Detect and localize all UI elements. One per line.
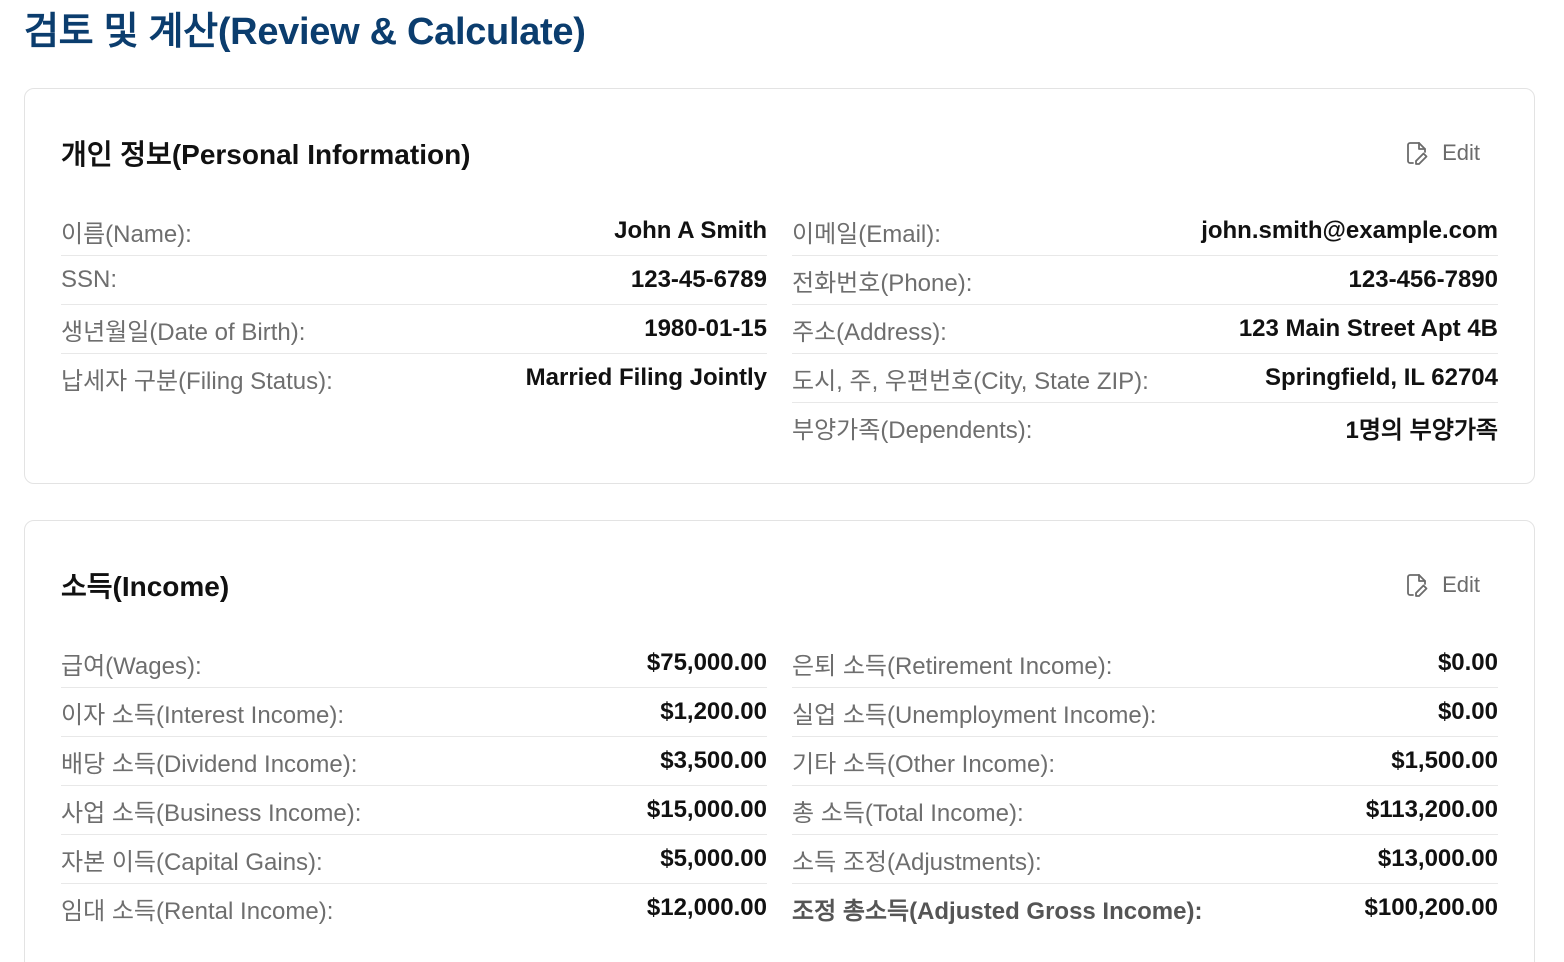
field-label: 자본 이득(Capital Gains): <box>61 848 323 876</box>
section-title: 개인 정보(Personal Information) <box>61 139 471 170</box>
field-value: $113,200.00 <box>1365 796 1498 823</box>
field-row: 사업 소득(Business Income): $15,000.00 <box>61 786 767 835</box>
field-label: 배당 소득(Dividend Income): <box>61 750 358 778</box>
field-value: $13,000.00 <box>1377 845 1498 872</box>
agi-row: 조정 총소득(Adjusted Gross Income): $100,200.… <box>792 884 1498 932</box>
field-value: Springfield, IL 62704 <box>1265 364 1498 391</box>
field-row: 자본 이득(Capital Gains): $5,000.00 <box>61 835 767 884</box>
field-row: 기타 소득(Other Income): $1,500.00 <box>792 737 1498 786</box>
field-value: $3,500.00 <box>660 747 767 774</box>
edit-label: Edit <box>1442 140 1480 165</box>
file-edit-icon <box>1406 573 1428 597</box>
field-row: 이름(Name): John A Smith <box>61 207 767 256</box>
file-edit-icon <box>1406 141 1428 165</box>
section-header: 개인 정보(Personal Information) Edit <box>61 89 1498 217</box>
field-value: 123-45-6789 <box>630 266 767 293</box>
field-value: Married Filing Jointly <box>525 364 767 391</box>
field-value: $100,200.00 <box>1364 894 1498 921</box>
field-row: 이자 소득(Interest Income): $1,200.00 <box>61 688 767 737</box>
income-right-column: 은퇴 소득(Retirement Income): $0.00 실업 소득(Un… <box>792 639 1498 932</box>
field-row: 급여(Wages): $75,000.00 <box>61 639 767 688</box>
field-label: 납세자 구분(Filing Status): <box>61 367 333 395</box>
field-label: 이름(Name): <box>61 220 192 248</box>
field-label: 임대 소득(Rental Income): <box>61 897 334 925</box>
field-row: 도시, 주, 우편번호(City, State ZIP): Springfiel… <box>792 354 1498 403</box>
section-header: 소득(Income) Edit <box>61 521 1498 649</box>
field-label: 급여(Wages): <box>61 652 202 680</box>
field-value: $1,200.00 <box>660 698 767 725</box>
field-row: 소득 조정(Adjustments): $13,000.00 <box>792 835 1498 884</box>
field-value: $12,000.00 <box>646 894 767 921</box>
field-row: 부양가족(Dependents): 1명의 부양가족 <box>792 403 1498 451</box>
field-row: 전화번호(Phone): 123-456-7890 <box>792 256 1498 305</box>
field-row: 생년월일(Date of Birth): 1980-01-15 <box>61 305 767 354</box>
field-value: $75,000.00 <box>646 649 767 676</box>
personal-left-column: 이름(Name): John A Smith SSN: 123-45-6789 … <box>61 207 767 451</box>
field-label: 사업 소득(Business Income): <box>61 799 362 827</box>
field-label: 도시, 주, 우편번호(City, State ZIP): <box>792 367 1149 395</box>
field-value: John A Smith <box>614 217 767 244</box>
field-value: 1명의 부양가족 <box>1345 416 1499 444</box>
personal-info-section: 개인 정보(Personal Information) Edit 이름(Name… <box>24 88 1535 484</box>
field-label: 전화번호(Phone): <box>792 269 973 297</box>
edit-label: Edit <box>1442 572 1480 597</box>
income-grid: 급여(Wages): $75,000.00 이자 소득(Interest Inc… <box>61 639 1498 932</box>
field-row: 총 소득(Total Income): $113,200.00 <box>792 786 1498 835</box>
field-row: 배당 소득(Dividend Income): $3,500.00 <box>61 737 767 786</box>
field-label: 이메일(Email): <box>792 220 941 248</box>
field-row: 주소(Address): 123 Main Street Apt 4B <box>792 305 1498 354</box>
field-label: 총 소득(Total Income): <box>792 799 1024 827</box>
field-label: 실업 소득(Unemployment Income): <box>792 701 1157 729</box>
field-value: $5,000.00 <box>660 845 767 872</box>
field-label: 주소(Address): <box>792 318 947 346</box>
field-label: 은퇴 소득(Retirement Income): <box>792 652 1113 680</box>
field-value: $15,000.00 <box>646 796 767 823</box>
field-row: 은퇴 소득(Retirement Income): $0.00 <box>792 639 1498 688</box>
field-value: $0.00 <box>1437 698 1498 725</box>
field-value: 123 Main Street Apt 4B <box>1238 315 1498 342</box>
field-row: SSN: 123-45-6789 <box>61 256 767 305</box>
field-row: 이메일(Email): john.smith@example.com <box>792 207 1498 256</box>
field-label: 소득 조정(Adjustments): <box>792 848 1042 876</box>
review-page: 검토 및 계산(Review & Calculate) 개인 정보(Person… <box>0 0 1564 962</box>
field-label: SSN: <box>61 266 118 293</box>
field-value: $1,500.00 <box>1391 747 1498 774</box>
income-section: 소득(Income) Edit 급여(Wages): $75,000.00 이자… <box>24 520 1535 962</box>
field-value: $0.00 <box>1437 649 1498 676</box>
field-row: 실업 소득(Unemployment Income): $0.00 <box>792 688 1498 737</box>
field-value: 1980-01-15 <box>644 315 767 342</box>
field-row: 납세자 구분(Filing Status): Married Filing Jo… <box>61 354 767 402</box>
field-value: john.smith@example.com <box>1201 217 1498 244</box>
field-row: 임대 소득(Rental Income): $12,000.00 <box>61 884 767 932</box>
page-title: 검토 및 계산(Review & Calculate) <box>24 11 586 53</box>
field-value: 123-456-7890 <box>1348 266 1498 293</box>
field-label: 생년월일(Date of Birth): <box>61 318 306 346</box>
section-title: 소득(Income) <box>61 571 230 602</box>
field-label: 부양가족(Dependents): <box>792 416 1033 444</box>
field-label: 이자 소득(Interest Income): <box>61 701 345 729</box>
income-left-column: 급여(Wages): $75,000.00 이자 소득(Interest Inc… <box>61 639 767 932</box>
edit-personal-button[interactable]: Edit <box>1406 134 1498 172</box>
edit-income-button[interactable]: Edit <box>1406 566 1498 604</box>
field-label: 조정 총소득(Adjusted Gross Income): <box>792 897 1203 925</box>
personal-grid: 이름(Name): John A Smith SSN: 123-45-6789 … <box>61 207 1498 451</box>
personal-right-column: 이메일(Email): john.smith@example.com 전화번호(… <box>792 207 1498 451</box>
field-label: 기타 소득(Other Income): <box>792 750 1056 778</box>
